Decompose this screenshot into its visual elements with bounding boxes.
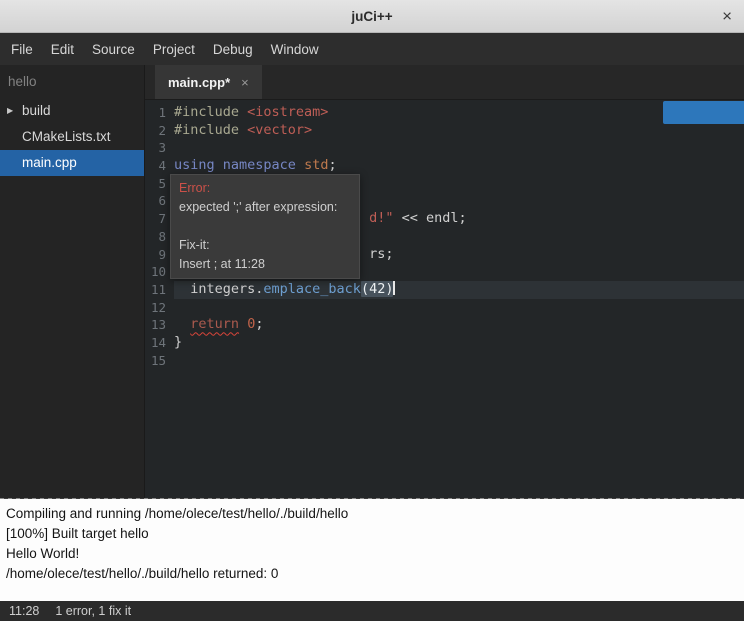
token-string: <iostream> [247,104,328,120]
editor-line-12: 12 [145,299,744,317]
output-line: Compiling and running /home/olece/test/h… [6,504,738,524]
tree-item-label: CMakeLists.txt [22,129,111,144]
text-cursor [393,281,395,295]
code-text: #include <iostream> [174,104,744,122]
line-number: 4 [145,157,174,175]
main-area: hello ▶ build CMakeLists.txt main.cpp main.… [0,65,744,498]
line-number: 1 [145,104,174,122]
code-text [174,352,744,370]
code-text [174,299,744,317]
editor-line-3: 3 [145,139,744,157]
code-editor[interactable]: 1#include <iostream>2#include <vector>34… [145,100,744,498]
line-number: 13 [145,316,174,334]
token-plain: << endl; [393,210,466,226]
editor-line-13: 13 return 0; [145,316,744,334]
tooltip-error-label: Error: [179,179,351,198]
output-line: Hello World! [6,544,738,564]
code-text: #include <vector> [174,122,744,140]
token-plain: rs; [369,246,393,262]
token-preproc: #include [174,122,247,138]
tree-item-main-cpp[interactable]: main.cpp [0,150,144,176]
editor-line-14: 14} [145,334,744,352]
tab-bar: main.cpp* × [145,65,744,100]
file-tree: ▶ build CMakeLists.txt main.cpp [0,98,144,176]
line-number: 14 [145,334,174,352]
token-string: d!" [369,210,393,226]
token-plain: integers. [174,281,263,297]
line-number: 11 [145,281,174,299]
output-line: /home/olece/test/hello/./build/hello ret… [6,564,738,584]
editor-line-11: 11 integers.emplace_back(42) [145,281,744,299]
file-tree-panel: hello ▶ build CMakeLists.txt main.cpp [0,65,145,498]
token-std: std [304,157,328,173]
menu-project[interactable]: Project [144,35,204,64]
token-plain: ; [328,157,336,173]
token-plain [215,157,223,173]
tree-item-build[interactable]: ▶ build [0,98,144,124]
token-fn: emplace_back [263,281,361,297]
token-plain [174,316,190,332]
editor-line-1: 1#include <iostream> [145,104,744,122]
token-plain: ; [255,316,263,332]
tooltip-spacer [179,217,351,236]
menu-file[interactable]: File [2,35,42,64]
token-kw: using [174,157,215,173]
editor-line-15: 15 [145,352,744,370]
code-text: return 0; [174,316,744,334]
token-plain: } [174,334,182,350]
code-text: using namespace std; [174,157,744,175]
line-number: 12 [145,299,174,317]
token-preproc: #include [174,104,247,120]
editor-pane: main.cpp* × 1#include <iostream>2#includ… [145,65,744,498]
tab-close-icon[interactable]: × [241,75,249,90]
expander-icon[interactable]: ▶ [7,98,13,124]
menu-source[interactable]: Source [83,35,144,64]
project-name: hello [0,69,144,98]
tree-item-label: main.cpp [22,155,77,170]
editor-line-2: 2#include <vector> [145,122,744,140]
code-text: } [174,334,744,352]
menu-bar: FileEditSourceProjectDebugWindow [0,33,744,65]
scrollbar-thumb[interactable] [663,101,744,124]
diagnostic-tooltip: Error: expected ';' after expression: Fi… [170,174,360,279]
menu-window[interactable]: Window [262,35,328,64]
close-icon[interactable]: × [722,8,732,25]
code-text [174,139,744,157]
token-err: return [190,316,239,332]
tree-item-cmakelists-txt[interactable]: CMakeLists.txt [0,124,144,150]
window-title: juCi++ [351,9,392,24]
tooltip-fixit-text: Insert ; at 11:28 [179,255,351,274]
tab-label: main.cpp* [168,75,230,90]
token-hl: (42) [361,281,394,297]
tree-item-label: build [22,103,51,118]
token-plain [296,157,304,173]
cursor-position: 11:28 [9,604,39,618]
status-bar: 11:28 1 error, 1 fix it [0,601,744,621]
menu-debug[interactable]: Debug [204,35,262,64]
token-plain [239,316,247,332]
line-number: 15 [145,352,174,370]
line-number: 2 [145,122,174,140]
tooltip-error-text: expected ';' after expression: [179,198,351,217]
error-status[interactable]: 1 error, 1 fix it [55,604,131,618]
title-bar: juCi++ × [0,0,744,33]
menu-edit[interactable]: Edit [42,35,83,64]
output-line: [100%] Built target hello [6,524,738,544]
tooltip-fixit-label: Fix-it: [179,236,351,255]
code-text: integers.emplace_back(42) [174,281,744,299]
editor-line-4: 4using namespace std; [145,157,744,175]
output-panel[interactable]: Compiling and running /home/olece/test/h… [0,499,744,601]
token-string: <vector> [247,122,312,138]
line-number: 3 [145,139,174,157]
tab-main-cpp[interactable]: main.cpp* × [155,65,262,99]
token-kw: namespace [223,157,296,173]
app-window: juCi++ × FileEditSourceProjectDebugWindo… [0,0,744,621]
